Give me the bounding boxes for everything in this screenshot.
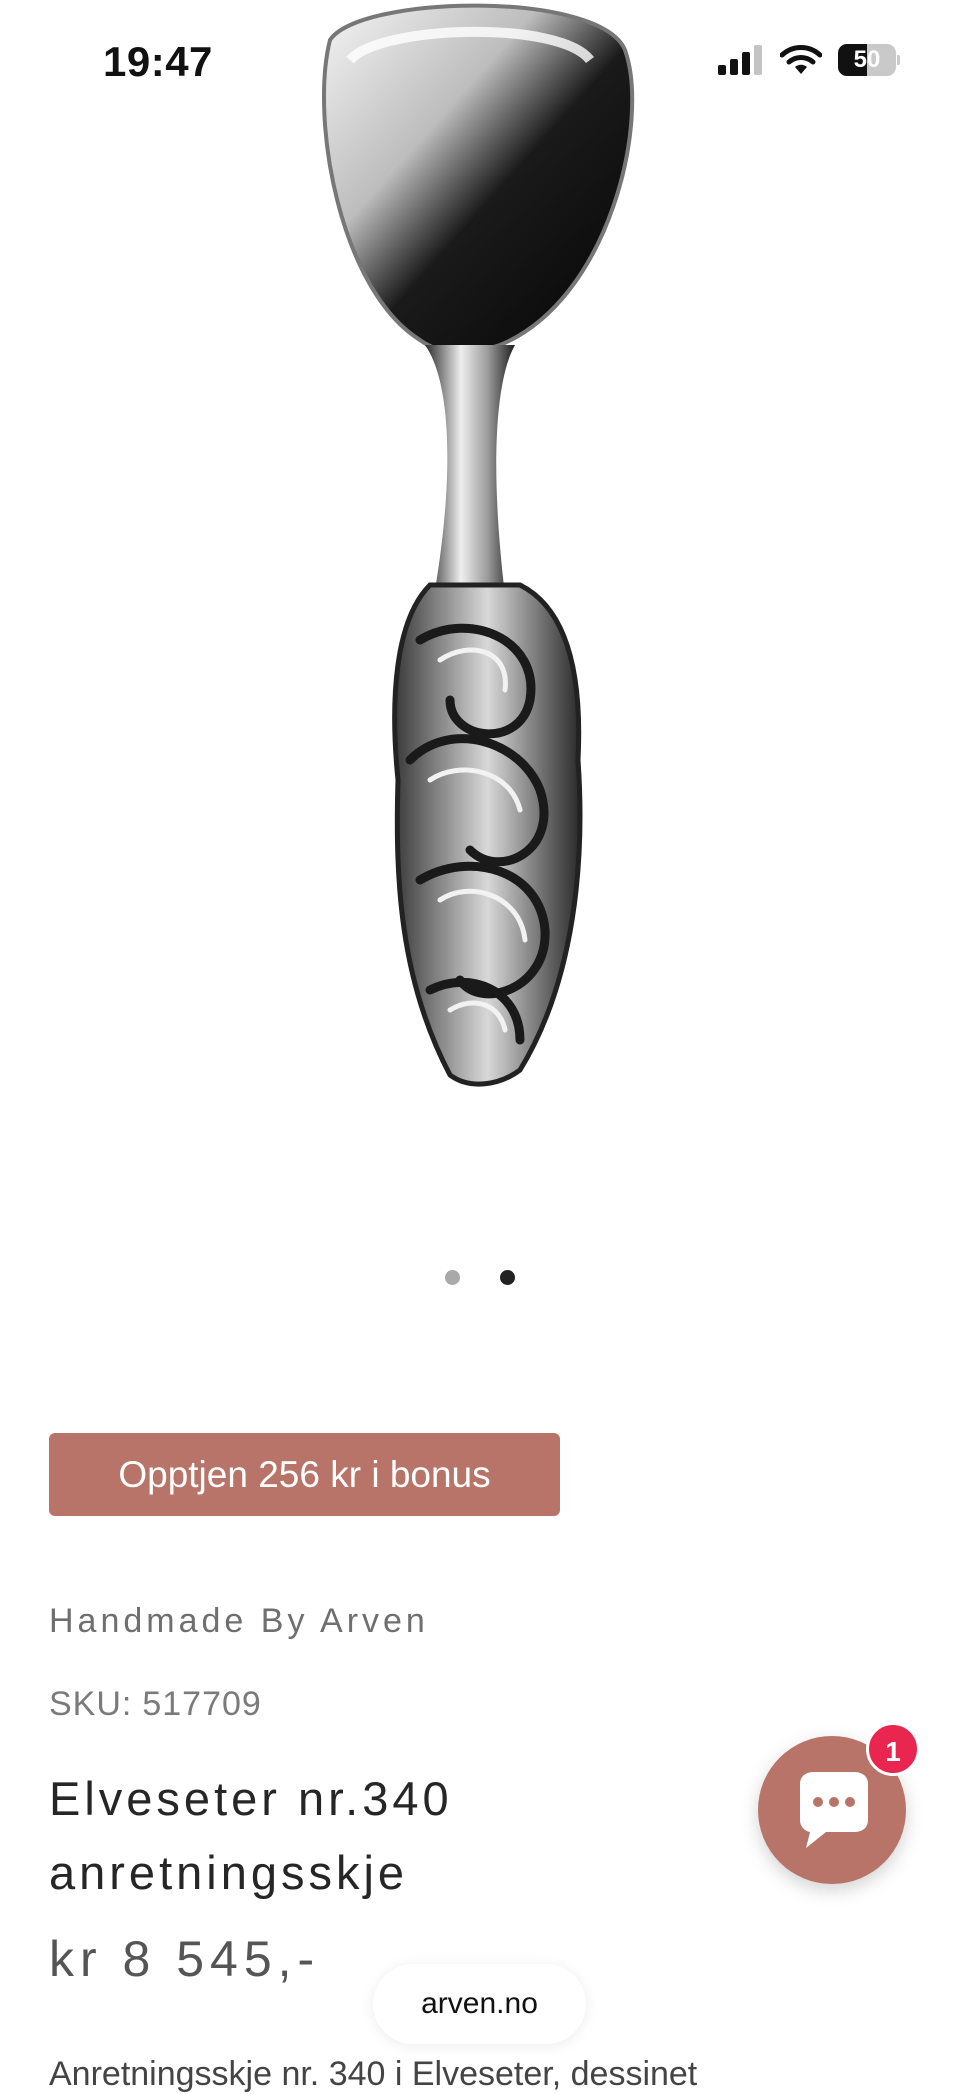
product-sku: SKU: 517709 xyxy=(49,1685,262,1724)
sku-label: SKU: xyxy=(49,1685,133,1723)
status-bar: 19:47 50 xyxy=(0,0,960,130)
product-title-line-2: anretningsskje xyxy=(49,1846,409,1899)
sku-value: 517709 xyxy=(142,1685,262,1723)
gallery-dot-2[interactable] xyxy=(500,1270,515,1285)
battery-icon: 50 xyxy=(838,44,900,76)
battery-level: 50 xyxy=(853,46,881,73)
browser-url-pill[interactable]: arven.no xyxy=(373,1964,586,2044)
chat-notification-badge: 1 xyxy=(866,1722,920,1776)
status-icons: 50 xyxy=(718,44,900,76)
product-title-line-1: Elveseter nr.340 xyxy=(49,1772,453,1825)
wifi-icon xyxy=(780,45,822,74)
product-price: kr 8 545,- xyxy=(49,1931,321,1987)
status-time: 19:47 xyxy=(103,38,213,85)
cellular-signal-icon xyxy=(718,45,762,75)
product-description: Anretningsskje nr. 340 i Elveseter, dess… xyxy=(49,2055,698,2093)
bonus-button[interactable]: Opptjen 256 kr i bonus xyxy=(49,1433,560,1516)
product-brand[interactable]: Handmade By Arven xyxy=(49,1602,429,1641)
gallery-dot-1[interactable] xyxy=(445,1270,460,1285)
product-title: Elveseter nr.340 anretningsskje xyxy=(49,1762,749,1910)
product-image[interactable] xyxy=(0,0,960,1120)
gallery-pagination xyxy=(0,1270,960,1285)
